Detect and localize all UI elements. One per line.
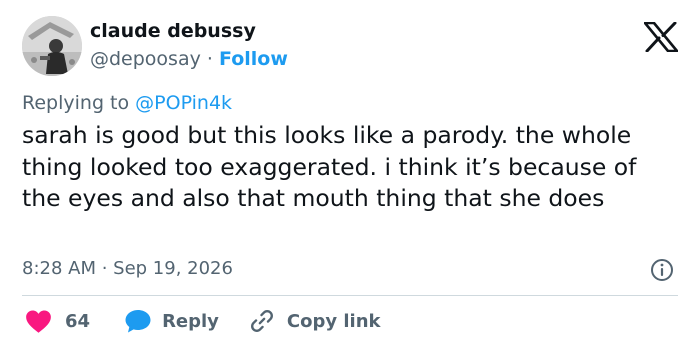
avatar-image [22,16,82,76]
reply-context: Replying to @POPin4k [22,92,232,114]
like-button[interactable]: 64 [22,309,124,334]
author-meta: @depoosay · Follow [90,48,288,70]
tweet-timestamp[interactable]: 8:28 AM · Sep 19, 2026 [22,258,233,279]
reply-button[interactable]: Reply [124,308,219,334]
divider [22,295,678,296]
follow-button[interactable]: Follow [219,48,288,70]
action-bar: 64 Reply Copy link [22,306,381,336]
copy-link-label: Copy link [286,310,381,332]
reply-prefix: Replying to [22,92,130,114]
reply-mention-link[interactable]: @POPin4k [135,92,232,114]
meta-separator: · [206,48,213,70]
x-logo-icon[interactable] [644,22,678,52]
avatar[interactable] [22,16,82,76]
speech-bubble-icon [124,308,152,334]
author-name[interactable]: claude debussy [90,20,256,42]
heart-icon [25,309,52,334]
author-handle[interactable]: @depoosay [90,48,201,70]
link-icon [249,308,275,334]
like-count: 64 [65,310,91,332]
tweet-text: sarah is good but this looks like a paro… [22,121,637,212]
info-icon[interactable] [650,258,674,282]
copy-link-button[interactable]: Copy link [249,308,381,334]
reply-label: Reply [162,310,219,332]
